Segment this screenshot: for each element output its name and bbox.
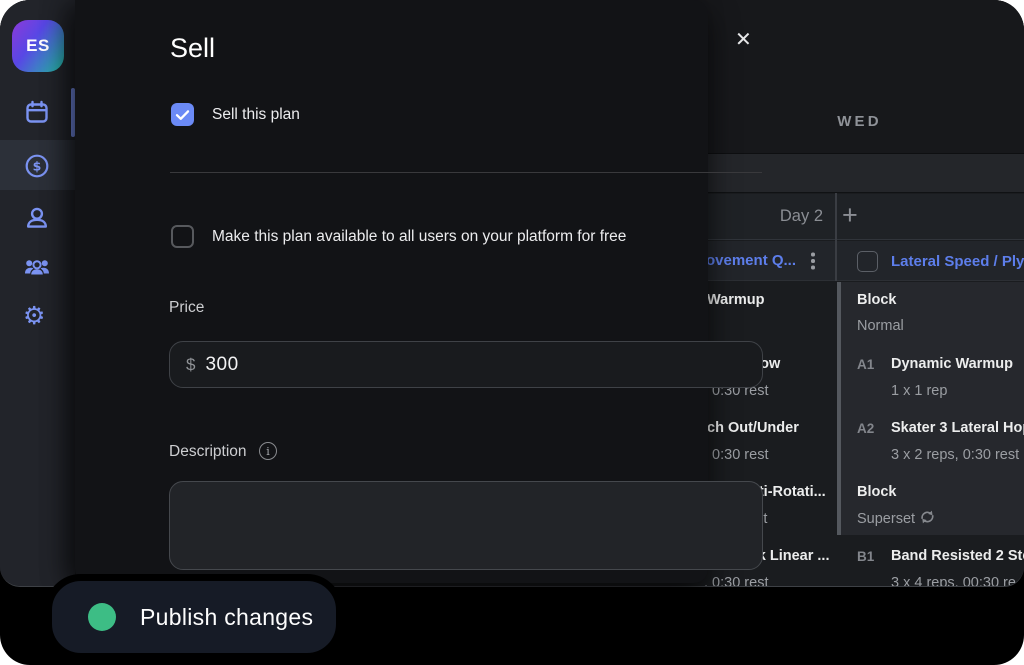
price-label: Price [169,299,204,317]
team-icon[interactable] [24,254,50,280]
block-label: Block [857,292,897,309]
publish-changes-button[interactable]: Publish changes [45,574,343,660]
settings-icon[interactable]: ⚙ [23,303,45,328]
plan-title-link-right[interactable]: Lateral Speed / Plyo [891,253,1024,270]
block-type: Normal [857,318,904,335]
info-icon[interactable]: i [259,442,277,460]
exercise-tag: B1 [857,549,874,565]
superset-cycle-icon [919,509,936,525]
screen: WED Day 2 + ovement Q... Warmup Plank Ro… [0,0,1024,665]
price-field-container: $ [169,341,763,388]
publish-changes-label: Publish changes [140,604,313,631]
column-title-day2[interactable]: Day 2 [723,207,823,226]
plan-title-link-left[interactable]: ovement Q... [706,252,796,269]
exercise-detail: , 0:30 rest [704,575,768,587]
sell-modal: Sell ✕ Sell this plan Make this plan ava… [75,0,708,583]
exercise-detail: 3 x 4 reps, 00:30 re [891,575,1016,587]
exercise-tag: A2 [857,421,874,437]
modal-title: Sell [170,33,215,64]
exercise-name[interactable]: Dynamic Warmup [891,356,1013,373]
close-icon[interactable]: ✕ [729,26,758,53]
checkmark-icon [175,109,190,121]
free-plan-checkbox[interactable] [171,225,194,248]
sell-this-plan-label: Sell this plan [212,106,300,124]
column-divider [835,193,837,281]
avatar[interactable]: ES [12,20,64,72]
exercise-name: ch Out/Under [707,420,799,437]
sell-this-plan-checkbox[interactable] [171,103,194,126]
svg-text:$: $ [33,158,42,173]
add-column-button[interactable]: + [842,200,858,231]
exercise-tag: A1 [857,357,874,373]
exercise-detail: , 0:30 rest [704,447,768,464]
payments-icon[interactable]: $ [24,153,50,179]
client-icon[interactable] [24,205,50,231]
block-type: Superset [857,511,915,528]
exercise-name[interactable]: Skater 3 Lateral Hop [891,420,1024,437]
day-label-wed: WED [789,113,930,130]
description-label: Description [169,443,247,461]
status-dot-icon [88,603,116,631]
exercise-detail: 1 x 1 rep [891,383,947,400]
exercise-name: Warmup [707,292,764,309]
currency-symbol: $ [186,355,195,375]
price-input[interactable] [205,354,705,376]
calendar-icon[interactable] [24,100,50,126]
sidebar: ES $ [0,0,75,587]
block-label: Block [857,484,897,501]
exercise-detail: 3 x 2 reps, 0:30 rest [891,447,1019,464]
exercise-name[interactable]: Band Resisted 2 Step [891,548,1024,565]
divider [170,172,762,173]
plan-select-checkbox[interactable] [857,251,878,272]
description-textarea[interactable] [169,481,763,570]
free-plan-label: Make this plan available to all users on… [212,228,626,246]
plan-menu-icon[interactable] [811,259,815,263]
